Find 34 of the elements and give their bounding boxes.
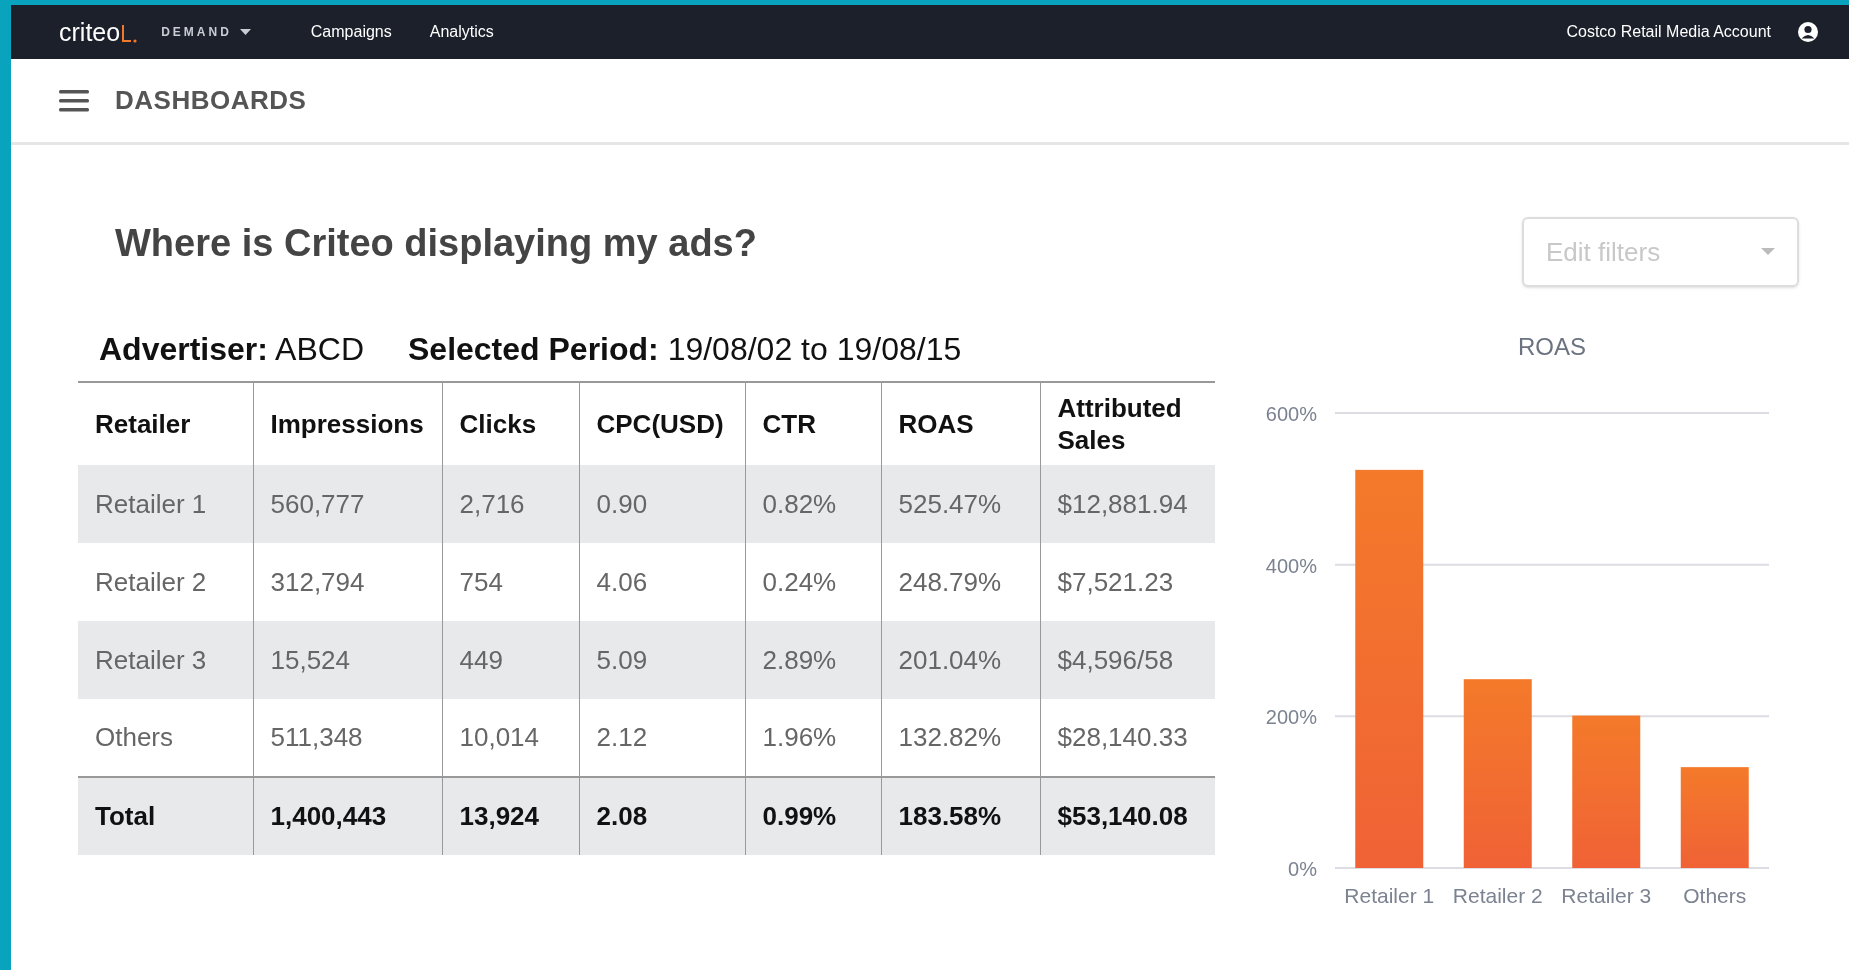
chart-title: ROAS: [1518, 333, 1586, 360]
user-account-icon[interactable]: [1797, 21, 1819, 43]
total-cell: 2.08: [579, 777, 745, 855]
axis-label: 400%: [1265, 554, 1317, 577]
axis-label: Retailer 1: [1344, 884, 1435, 907]
selected-period-info: Selected Period: 19/08/02 to 19/08/15: [408, 330, 962, 369]
advertiser-info: Advertiser: ABCD: [99, 330, 364, 369]
axis-label: 0%: [1288, 858, 1317, 880]
axis-label: Retailer 2: [1452, 884, 1543, 907]
menu-icon[interactable]: [59, 88, 89, 113]
total-cell: $53,140.08: [1040, 777, 1215, 855]
total-cell: 0.99%: [745, 777, 881, 855]
total-cell: 1,400,443: [253, 777, 442, 855]
total-cell: 183.58%: [881, 777, 1040, 855]
criteo-logo[interactable]: criteo: [59, 19, 138, 45]
total-cell: Total: [78, 777, 253, 855]
table-cell: Retailer 2: [78, 543, 253, 621]
axis-label: 200%: [1265, 706, 1317, 729]
nav-link[interactable]: Analytics: [429, 20, 494, 44]
product-menu[interactable]: DEMAND: [161, 23, 251, 41]
table-cell: Retailer 3: [78, 621, 253, 699]
column-header: Retailer: [78, 382, 253, 465]
table-cell: Others: [78, 699, 253, 777]
axis-label: Others: [1683, 884, 1747, 907]
table-cell: Retailer 1: [78, 465, 253, 543]
account-name[interactable]: Costco Retail Media Account: [1566, 20, 1771, 44]
axis-label: Retailer 3: [1561, 884, 1652, 907]
total-cell: 13,924: [442, 777, 579, 855]
caret-icon: [1761, 248, 1775, 256]
caret-icon: [239, 29, 251, 35]
axis-label: 600%: [1265, 403, 1317, 425]
page-title: DASHBOARDS: [115, 84, 307, 117]
nav-link[interactable]: Campaigns: [310, 20, 392, 44]
section-heading: Where is Criteo displaying my ads?: [115, 221, 757, 266]
